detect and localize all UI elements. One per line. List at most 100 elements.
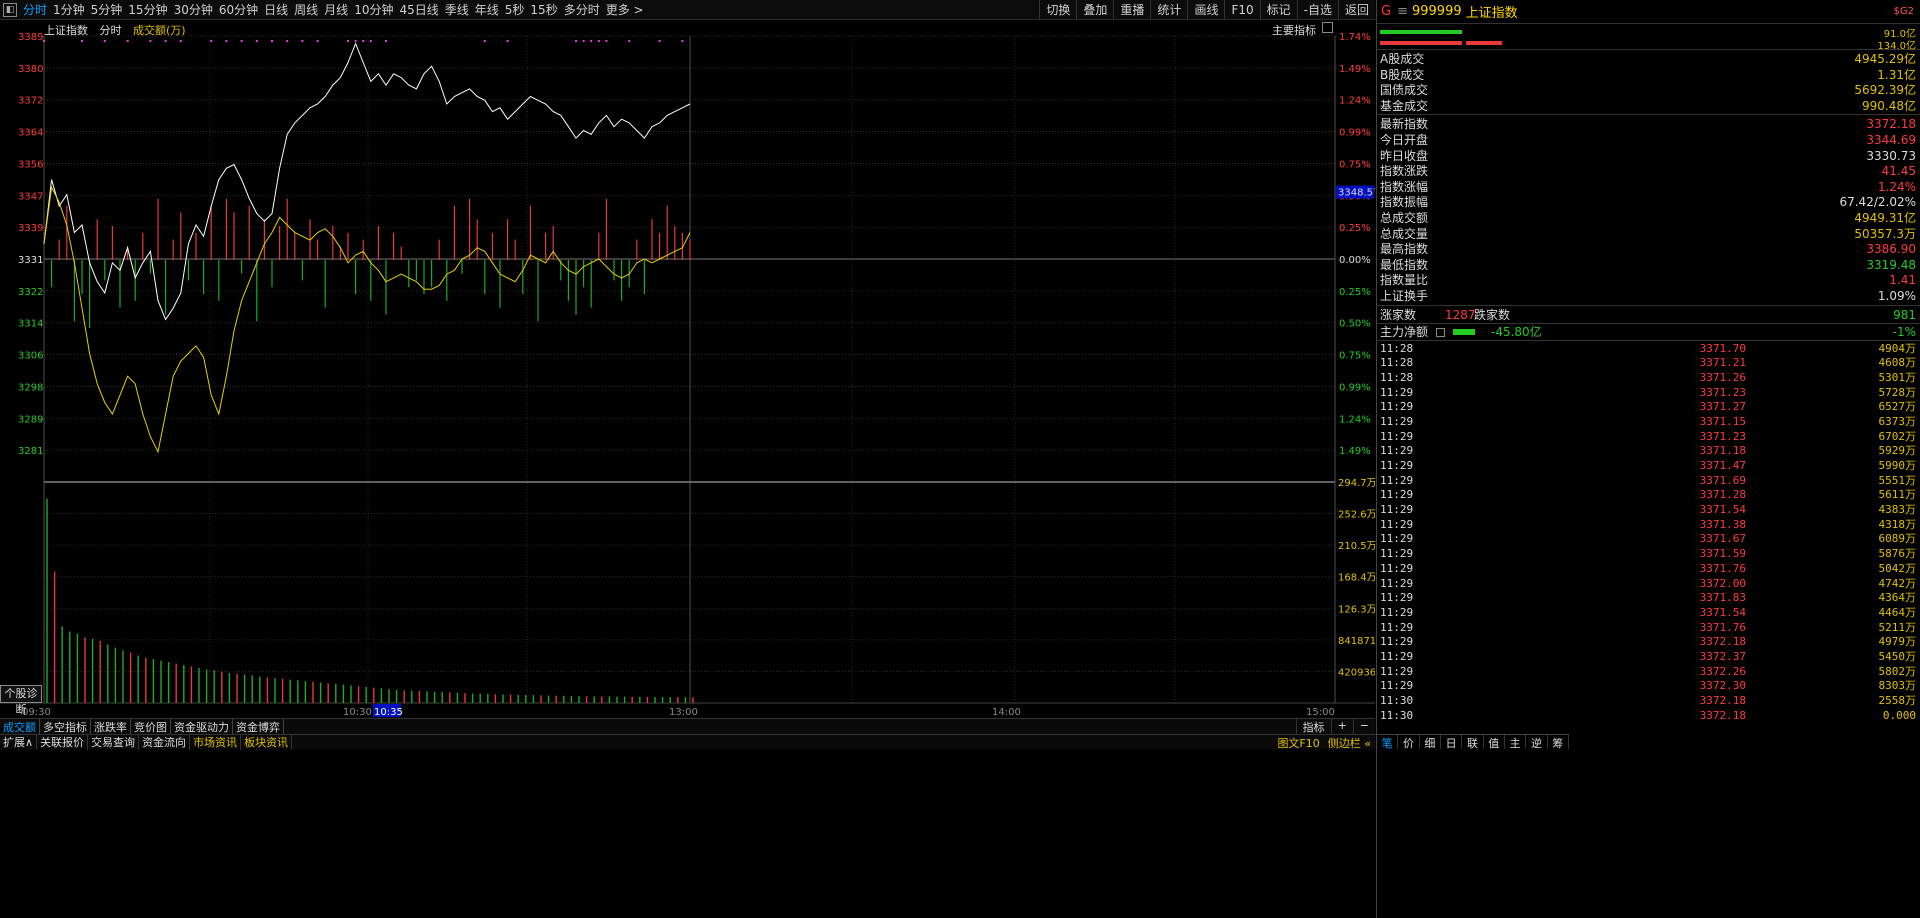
event-marker[interactable] [605, 40, 608, 42]
event-marker[interactable] [210, 40, 213, 42]
tick-time: 11:29 [1380, 605, 1414, 619]
status-tab-0[interactable]: 扩展∧ [0, 734, 38, 750]
volume-axis-label: 168.4万 [1338, 573, 1375, 584]
stat-row: 最低指数 3319.48 [1377, 258, 1920, 274]
quote-tab-0[interactable]: 笔 [1377, 735, 1399, 750]
tick-row: 11:29 3371.47 5990万 [1377, 459, 1920, 474]
stat-label: 今日开盘 [1380, 132, 1429, 147]
event-marker[interactable] [575, 40, 577, 42]
event-marker[interactable] [628, 40, 631, 42]
stat-label: 总成交额 [1380, 210, 1429, 225]
indicator-tab-2[interactable]: 涨跌率 [91, 718, 131, 735]
tick-price: 3371.69 [1699, 473, 1746, 487]
status-tab-1[interactable]: 关联报价 [37, 734, 89, 750]
indicator-tab-1[interactable]: 多空指标 [40, 718, 91, 735]
tick-volume: 4383万 [1878, 503, 1917, 517]
status-tab-3[interactable]: 资金流向 [139, 734, 191, 750]
stat-label: B股成交 [1380, 67, 1425, 82]
tick-volume: 0.000 [1882, 708, 1916, 722]
stat-value: 3372.18 [1866, 117, 1916, 132]
stat-row: A股成交 4945.29亿 [1377, 52, 1920, 68]
event-marker[interactable] [681, 40, 684, 42]
main-flow-detail-icon[interactable] [1436, 327, 1445, 337]
event-marker[interactable] [597, 40, 600, 42]
list-icon[interactable]: ≡ [1397, 4, 1408, 19]
event-marker[interactable] [354, 40, 357, 42]
time-axis-label: 14:00 [992, 707, 1021, 718]
quote-tab-2[interactable]: 细 [1420, 735, 1441, 750]
stat-row: 指数振幅 67.42/2.02% [1377, 195, 1920, 211]
event-marker[interactable] [658, 40, 661, 42]
stat-value: 50357.3万 [1854, 226, 1916, 241]
status-right-1[interactable]: 侧边栏 « [1324, 735, 1375, 751]
event-marker[interactable] [347, 40, 349, 42]
tick-volume: 5728万 [1878, 385, 1917, 399]
status-tab-5[interactable]: 板块资讯 [241, 734, 293, 750]
indicator-tab-0[interactable]: 成交额 [0, 718, 40, 735]
event-marker[interactable] [590, 40, 593, 42]
stat-value: 3344.69 [1866, 132, 1916, 147]
event-marker[interactable] [506, 40, 509, 42]
indicator-tab-5[interactable]: 资金博弈 [233, 718, 284, 735]
indicator-tab-4[interactable]: 资金驱动力 [171, 718, 233, 735]
event-marker[interactable] [582, 40, 585, 42]
event-marker[interactable] [164, 40, 167, 42]
quote-tab-7[interactable]: 逆 [1526, 735, 1548, 750]
event-marker[interactable] [385, 40, 387, 42]
tick-volume: 4904万 [1878, 341, 1917, 355]
tick-volume: 4608万 [1878, 356, 1917, 370]
stat-value: 3386.90 [1866, 242, 1916, 257]
status-tab-2[interactable]: 交易查询 [88, 734, 140, 750]
event-marker[interactable] [103, 40, 106, 42]
event-marker[interactable] [149, 40, 152, 42]
event-marker[interactable] [483, 40, 486, 42]
tick-volume: 5551万 [1878, 473, 1917, 487]
quote-tab-4[interactable]: 联 [1462, 735, 1484, 750]
stock-diagnosis-button[interactable]: 个股诊断 [0, 685, 42, 716]
tick-volume: 5301万 [1878, 370, 1917, 384]
event-marker[interactable] [301, 40, 304, 42]
main-flow-pct: -1% [1892, 324, 1916, 339]
tick-volume: 5990万 [1878, 459, 1917, 472]
tick-time: 11:29 [1380, 532, 1414, 546]
event-marker[interactable] [369, 40, 372, 42]
pct-axis-label: 0.75% [1339, 159, 1371, 170]
main-flow-row: 主力净额 -45.80亿 -1% [1377, 322, 1920, 340]
event-marker[interactable] [255, 40, 258, 42]
event-marker[interactable] [81, 40, 83, 42]
buy-sell-bars: 91.0亿 134.0亿 [1377, 24, 1920, 52]
event-marker[interactable] [179, 40, 182, 42]
event-marker[interactable] [225, 40, 228, 42]
quote-tab-6[interactable]: 主 [1505, 735, 1527, 750]
tick-price: 3371.26 [1699, 370, 1746, 384]
stat-value: 1.09% [1877, 288, 1916, 303]
event-marker[interactable] [316, 40, 319, 42]
indicator-tab-3[interactable]: 竞价图 [131, 718, 171, 735]
event-marker[interactable] [240, 40, 243, 42]
stat-label: 昨日收盘 [1380, 148, 1429, 163]
event-marker[interactable] [271, 40, 273, 42]
tick-list[interactable]: 11:28 3371.70 4904万 11:28 3371.21 4608万 11:28 3… [1377, 339, 1920, 724]
event-marker[interactable] [126, 40, 129, 42]
tick-volume: 4318万 [1878, 517, 1917, 531]
down-count: 981 [1893, 307, 1916, 322]
green-bar [1380, 30, 1462, 34]
quote-tab-8[interactable]: 筹 [1548, 735, 1569, 750]
tick-volume: 4742万 [1878, 576, 1917, 590]
intraday-chart[interactable]: 3389 3380 3372 3364 3356 3347 3339 3331 3322 3314… [0, 0, 1375, 718]
quote-tab-3[interactable]: 日 [1441, 735, 1463, 750]
stat-label: 国债成交 [1380, 83, 1429, 98]
status-tab-4[interactable]: 市场资讯 [190, 734, 242, 750]
indicator-tool-2[interactable]: − [1352, 719, 1375, 735]
tick-time: 11:29 [1380, 576, 1414, 590]
indicator-tool-0[interactable]: 指标 [1295, 719, 1331, 735]
indicator-tool-1[interactable]: + [1330, 719, 1353, 735]
event-marker[interactable] [362, 40, 365, 42]
quote-tab-1[interactable]: 价 [1398, 735, 1420, 750]
status-bar: 扩展∧ 关联报价 交易查询 资金流向 市场资讯 板块资讯 图文F10 侧边栏 « [0, 734, 1375, 751]
stat-value: 67.42/2.02% [1839, 195, 1916, 210]
event-marker[interactable] [43, 40, 45, 42]
event-marker[interactable] [286, 40, 289, 42]
quote-tab-5[interactable]: 值 [1484, 735, 1505, 750]
status-right-0[interactable]: 图文F10 [1273, 735, 1323, 751]
